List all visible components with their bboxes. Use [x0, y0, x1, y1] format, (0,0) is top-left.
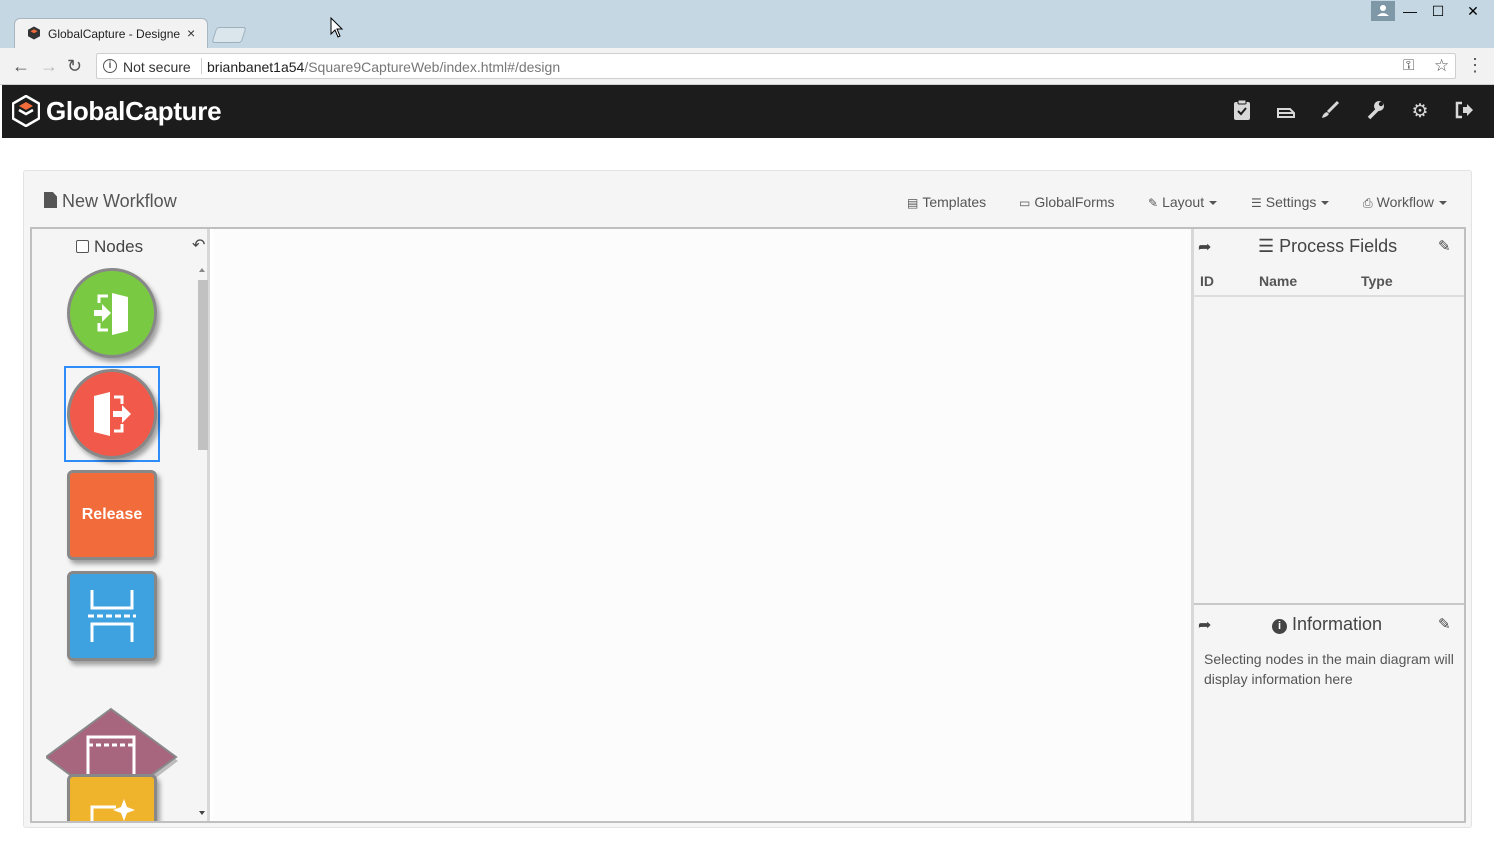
release-node[interactable]: Release — [67, 470, 157, 560]
print-icon: ⎙ — [1363, 196, 1373, 210]
pencil-icon[interactable]: ✎ — [1438, 615, 1451, 633]
url-text[interactable]: brianbanet1a54/Square9CaptureWeb/index.h… — [207, 59, 560, 75]
separator-node[interactable] — [67, 571, 157, 661]
wrench-icon[interactable] — [1362, 99, 1388, 125]
scroll-up-arrow-icon[interactable] — [199, 268, 205, 272]
caret-down-icon — [1321, 201, 1330, 205]
back-arrow-icon[interactable]: ← — [12, 56, 30, 77]
tab-strip: GlobalCapture - Designe × — ☐ ✕ — [0, 0, 1494, 48]
minimize-button[interactable]: — — [1397, 2, 1423, 20]
process-fields-header: ➦ ☰ Process Fields ✎ — [1194, 229, 1464, 265]
nodes-checkbox[interactable] — [76, 240, 89, 253]
info-circle-icon: i — [1272, 619, 1287, 634]
tab-title: GlobalCapture - Designe — [48, 27, 180, 41]
templates-icon: ▤ — [907, 196, 919, 210]
browser-menu-icon[interactable]: ⋮ — [1466, 55, 1484, 76]
information-header: ➦ i Information ✎ — [1194, 607, 1464, 641]
user-profile-icon[interactable] — [1371, 1, 1395, 21]
nodes-title: Nodes — [94, 237, 144, 256]
side-panels: ➦ ☰ Process Fields ✎ ID Name Type ➦ i In… — [1191, 229, 1464, 821]
brand-name: GlobalCapture — [46, 96, 222, 126]
reload-icon[interactable]: ↻ — [67, 56, 82, 77]
settings-menu[interactable]: ☰ Settings — [1251, 194, 1330, 210]
process-fields-table-header: ID Name Type — [1194, 269, 1464, 297]
import-node[interactable] — [67, 268, 157, 358]
url-host: brianbanet1a54 — [207, 59, 305, 75]
information-title: i Information — [1272, 614, 1382, 635]
address-bar[interactable]: i Not secure brianbanet1a54/Square9Captu… — [96, 53, 1456, 79]
security-label[interactable]: Not secure — [123, 59, 191, 75]
panel-divider[interactable] — [1194, 603, 1464, 605]
share-icon[interactable]: ➦ — [1198, 615, 1211, 635]
globalcapture-logo-icon — [12, 95, 40, 127]
browser-toolbar: ← → ↻ i Not secure brianbanet1a54/Square… — [0, 48, 1494, 85]
process-fields-title-text: Process Fields — [1279, 236, 1398, 256]
information-text: Selecting nodes in the main diagram will… — [1204, 651, 1454, 687]
mouse-cursor-icon — [330, 17, 344, 38]
workflow-title: New Workflow — [44, 191, 177, 212]
settings-label: Settings — [1265, 194, 1317, 210]
forward-arrow-icon[interactable]: → — [40, 56, 58, 77]
browser-chrome: GlobalCapture - Designe × — ☐ ✕ ← → ↻ i … — [0, 0, 1494, 85]
layout-label: Layout — [1162, 194, 1205, 210]
release-node-label: Release — [81, 506, 143, 523]
browser-tab[interactable]: GlobalCapture - Designe × — [14, 18, 208, 48]
exit-node[interactable] — [67, 369, 157, 459]
workflow-menu[interactable]: ⎙ Workflow — [1363, 194, 1447, 211]
information-title-text: Information — [1292, 614, 1383, 634]
diagram-canvas[interactable] — [213, 229, 1191, 821]
brush-small-icon: ✎ — [1148, 196, 1159, 210]
undo-icon[interactable]: ↶ — [192, 235, 205, 255]
extract-icon — [90, 799, 135, 821]
workflow-title-text: New Workflow — [62, 191, 177, 211]
sign-in-door-icon — [94, 293, 128, 335]
designer-workarea: Nodes ↶ Release ➦ ☰ Process Fields ✎ ID … — [30, 227, 1466, 823]
extract-node[interactable] — [67, 774, 157, 821]
globalforms-menu[interactable]: ▭ GlobalForms — [1019, 194, 1114, 210]
app-header: GlobalCapture ⚙ — [2, 85, 1494, 138]
key-icon[interactable]: ⚿ — [1403, 57, 1414, 74]
column-type: Type — [1361, 273, 1393, 289]
gear-icon[interactable]: ⚙ — [1407, 99, 1433, 125]
nodes-scrollbar[interactable] — [195, 265, 209, 821]
url-path: /Square9CaptureWeb/index.html#/design — [304, 59, 561, 75]
new-tab-button[interactable] — [211, 27, 247, 43]
scroll-thumb[interactable] — [198, 280, 208, 450]
clipboard-check-icon[interactable] — [1229, 99, 1255, 125]
share-icon[interactable]: ➦ — [1198, 237, 1211, 257]
close-window-button[interactable]: ✕ — [1460, 2, 1486, 20]
list-icon: ☰ — [1251, 196, 1262, 210]
workflow-panel: New Workflow ▤ Templates ▭ GlobalForms ✎ La… — [23, 170, 1472, 828]
globalforms-label: GlobalForms — [1034, 194, 1115, 210]
info-icon[interactable]: i — [103, 59, 117, 73]
pencil-icon[interactable]: ✎ — [1438, 237, 1451, 255]
nodes-header: Nodes — [76, 237, 143, 257]
scroll-down-arrow-icon[interactable] — [199, 811, 205, 815]
sign-out-door-icon — [94, 392, 131, 436]
address-divider — [201, 58, 202, 74]
caret-down-icon — [1209, 201, 1218, 205]
sign-out-icon[interactable] — [1451, 99, 1477, 125]
templates-menu[interactable]: ▤ Templates — [907, 194, 986, 210]
scanner-icon[interactable] — [1273, 99, 1299, 125]
column-id: ID — [1200, 273, 1214, 289]
process-fields-title: ☰ Process Fields — [1258, 236, 1398, 256]
separator-icon — [88, 590, 136, 642]
caret-down-icon — [1438, 201, 1447, 205]
column-name: Name — [1259, 273, 1298, 289]
node-list: Release — [32, 265, 194, 821]
document-icon — [44, 192, 57, 208]
bookmark-star-icon[interactable]: ☆ — [1434, 56, 1449, 76]
templates-label: Templates — [922, 194, 987, 210]
workflow-label: Workflow — [1376, 194, 1434, 210]
globalcapture-favicon-icon — [28, 26, 40, 40]
globalforms-icon: ▭ — [1019, 196, 1031, 210]
nodes-palette: Nodes ↶ Release — [32, 229, 210, 821]
maximize-button[interactable]: ☐ — [1425, 2, 1451, 20]
tab-close-icon[interactable]: × — [187, 25, 195, 41]
layout-menu[interactable]: ✎ Layout — [1148, 194, 1218, 210]
brush-icon[interactable] — [1317, 99, 1343, 125]
